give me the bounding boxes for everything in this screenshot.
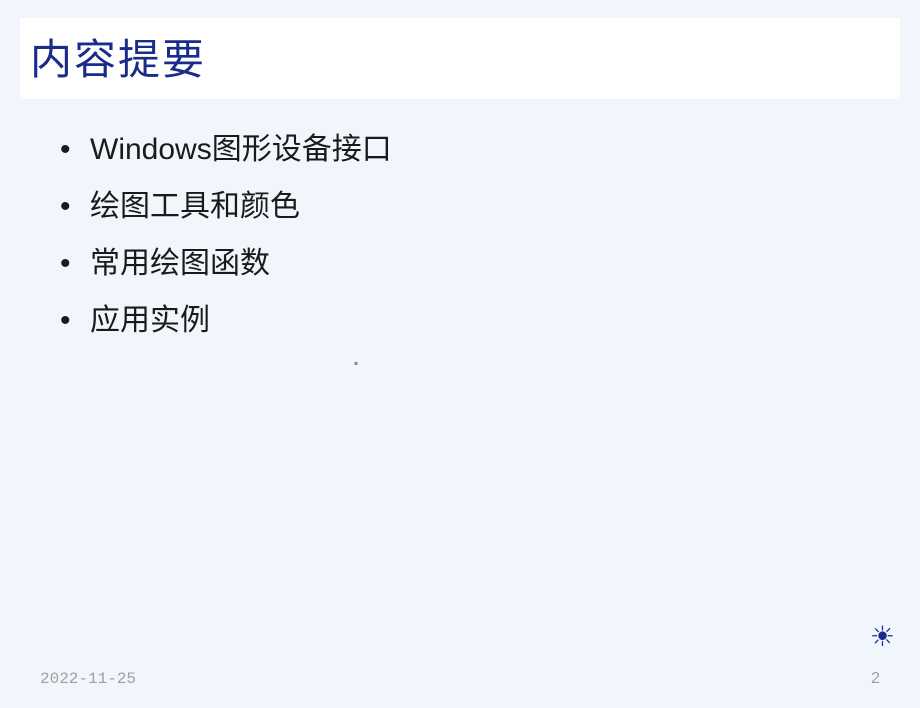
list-item: 绘图工具和颜色 (60, 178, 920, 235)
list-item: 常用绘图函数 (60, 235, 920, 292)
slide-title-bar: 内容提要 (20, 18, 900, 99)
footer-date: 2022-11-25 (40, 670, 136, 688)
list-item: 应用实例 (60, 292, 920, 349)
sun-icon: ☀ (870, 620, 895, 653)
slide-title: 内容提要 (30, 26, 890, 87)
center-marker: ▪ (354, 356, 358, 370)
content-list: Windows图形设备接口 绘图工具和颜色 常用绘图函数 应用实例 (60, 121, 920, 349)
footer-page-number: 2 (871, 670, 880, 688)
list-item: Windows图形设备接口 (60, 121, 920, 178)
